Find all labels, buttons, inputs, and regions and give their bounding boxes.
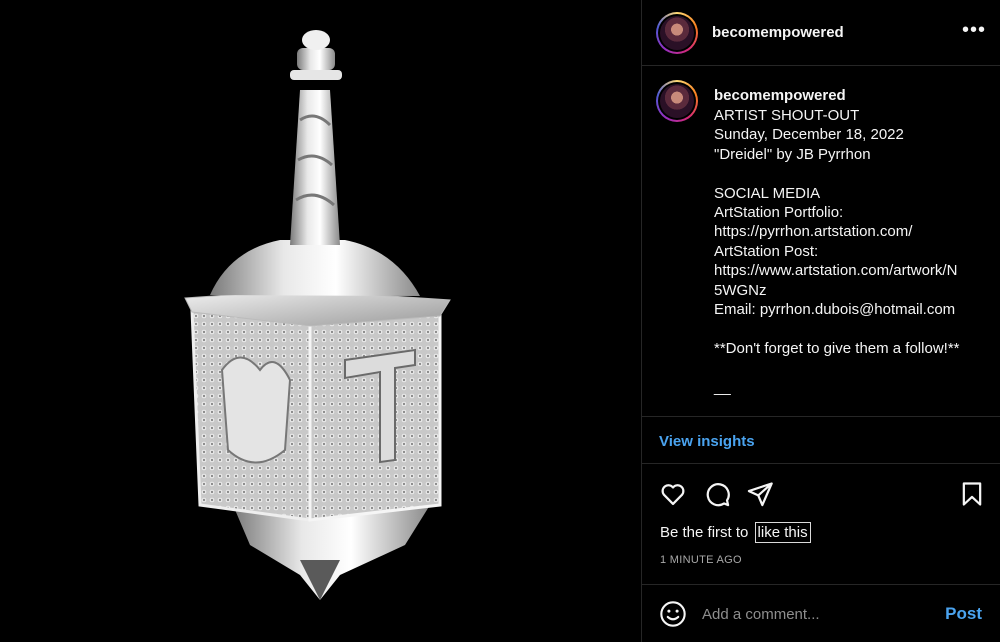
caption-line: SOCIAL MEDIA (714, 184, 821, 202)
post-media[interactable] (0, 0, 641, 642)
post-header: becomempowered ••• (642, 0, 1000, 66)
caption-line: ArtStation Post: (714, 242, 819, 260)
caption-line: Sunday, December 18, 2022 (714, 126, 904, 144)
dreidel-image (184, 30, 451, 600)
caption-text: ARTIST SHOUT-OUT Sunday, December 18, 20… (714, 106, 996, 397)
caption-link[interactable]: https://pyrrhon.artstation.com/ (714, 222, 996, 241)
caption-line: ArtStation Portfolio: (714, 204, 844, 222)
view-insights-link[interactable]: View insights (659, 433, 755, 450)
caption-link[interactable]: https://www.artstation.com/artwork/N (714, 261, 996, 280)
post-comment-button[interactable]: Post (945, 604, 982, 624)
like-this-link[interactable]: like this (754, 522, 811, 543)
heart-icon[interactable] (659, 480, 687, 508)
caption-line (714, 358, 996, 377)
caption-line: "Dreidel" by JB Pyrrhon (714, 145, 871, 163)
likes-summary: Be the first to like this (660, 522, 811, 543)
bookmark-icon[interactable] (958, 480, 986, 508)
insights-section: View insights (642, 416, 1000, 464)
comment-bar: Post (642, 584, 1000, 642)
avatar[interactable] (656, 12, 698, 54)
header-username[interactable]: becomempowered (712, 24, 844, 41)
caption: becomempowered ARTIST SHOUT-OUT Sunday, … (642, 66, 1000, 416)
post-timestamp[interactable]: 1 MINUTE AGO (660, 554, 742, 566)
post-sidebar: becomempowered ••• becomempowered ARTIST… (641, 0, 1000, 642)
caption-avatar[interactable] (656, 80, 698, 122)
profile-picture (660, 84, 694, 118)
caption-link[interactable]: 5WGNz (714, 281, 996, 300)
emoji-icon[interactable] (659, 600, 687, 628)
caption-line (714, 319, 996, 338)
profile-picture (660, 16, 694, 50)
caption-line: __ (714, 378, 731, 396)
caption-line (714, 164, 996, 183)
comment-icon[interactable] (703, 480, 731, 508)
likes-prefix: Be the first to (660, 524, 749, 541)
action-bar (642, 476, 1000, 510)
caption-line: Email: pyrrhon.dubois@hotmail.com (714, 301, 956, 319)
caption-line: **Don't forget to give them a follow!** (714, 339, 960, 357)
send-icon[interactable] (746, 480, 774, 508)
more-options-icon[interactable]: ••• (962, 20, 986, 40)
caption-username[interactable]: becomempowered (714, 87, 846, 104)
comment-input[interactable] (702, 603, 922, 625)
caption-line: ARTIST SHOUT-OUT (714, 107, 860, 124)
